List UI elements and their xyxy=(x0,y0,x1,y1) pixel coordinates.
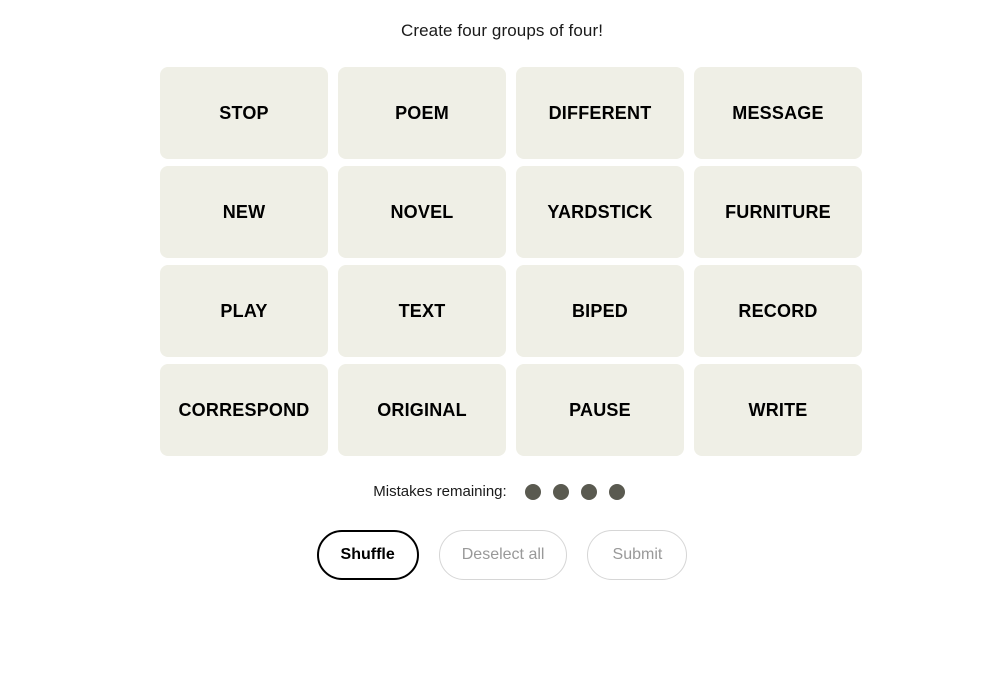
word-tile-label: PAUSE xyxy=(569,400,631,420)
word-tile[interactable]: ORIGINAL xyxy=(338,364,506,456)
word-tile[interactable]: BIPED xyxy=(516,265,684,357)
word-tile-label: CORRESPOND xyxy=(178,400,310,420)
word-tile-label: STOP xyxy=(219,103,269,123)
word-tile-label: RECORD xyxy=(738,301,818,321)
word-tile[interactable]: STOP xyxy=(160,67,328,159)
word-tile-label: DIFFERENT xyxy=(548,103,652,123)
word-tile[interactable]: MESSAGE xyxy=(694,67,862,159)
mistake-dot xyxy=(552,484,569,500)
word-tile[interactable]: POEM xyxy=(338,67,506,159)
word-tile-label: FURNITURE xyxy=(725,202,831,222)
word-grid: STOP POEM DIFFERENT MESSAGE NEW NOVEL YA… xyxy=(160,67,862,456)
word-tile[interactable]: DIFFERENT xyxy=(516,67,684,159)
mistake-dot xyxy=(608,484,625,500)
word-tile[interactable]: TEXT xyxy=(338,265,506,357)
word-tile[interactable]: WRITE xyxy=(694,364,862,456)
page-title: Create four groups of four! xyxy=(400,21,604,40)
word-tile[interactable]: RECORD xyxy=(694,265,862,357)
word-tile[interactable]: NOVEL xyxy=(338,166,506,258)
word-tile-label: WRITE xyxy=(748,400,808,420)
action-bar: Shuffle Deselect all Submit xyxy=(0,530,1004,580)
submit-button[interactable]: Submit xyxy=(587,530,688,580)
mistake-dot xyxy=(580,484,597,500)
word-tile[interactable]: PAUSE xyxy=(516,364,684,456)
word-tile[interactable]: CORRESPOND xyxy=(160,364,328,456)
word-tile[interactable]: YARDSTICK xyxy=(516,166,684,258)
word-tile-label: POEM xyxy=(395,103,449,123)
word-tile[interactable]: FURNITURE xyxy=(694,166,862,258)
deselect-all-button[interactable]: Deselect all xyxy=(438,530,568,580)
word-tile[interactable]: NEW xyxy=(160,166,328,258)
word-tile-label: BIPED xyxy=(571,301,628,321)
word-tile-label: MESSAGE xyxy=(732,103,824,123)
word-tile[interactable]: PLAY xyxy=(160,265,328,357)
word-tile-label: ORIGINAL xyxy=(377,400,467,420)
mistake-dot xyxy=(524,484,541,500)
connections-game-page: Create four groups of four! STOP POEM DI… xyxy=(0,0,1004,676)
word-tile-label: YARDSTICK xyxy=(547,202,653,222)
word-tile-label: NOVEL xyxy=(390,202,454,222)
word-tile-label: PLAY xyxy=(220,301,268,321)
mistakes-remaining: Mistakes remaining: xyxy=(0,480,1004,504)
mistake-dots xyxy=(519,484,631,500)
shuffle-button[interactable]: Shuffle xyxy=(316,530,419,580)
mistakes-remaining-label: Mistakes remaining: xyxy=(373,483,507,500)
word-tile-label: TEXT xyxy=(398,301,446,321)
word-tile-label: NEW xyxy=(222,202,266,222)
